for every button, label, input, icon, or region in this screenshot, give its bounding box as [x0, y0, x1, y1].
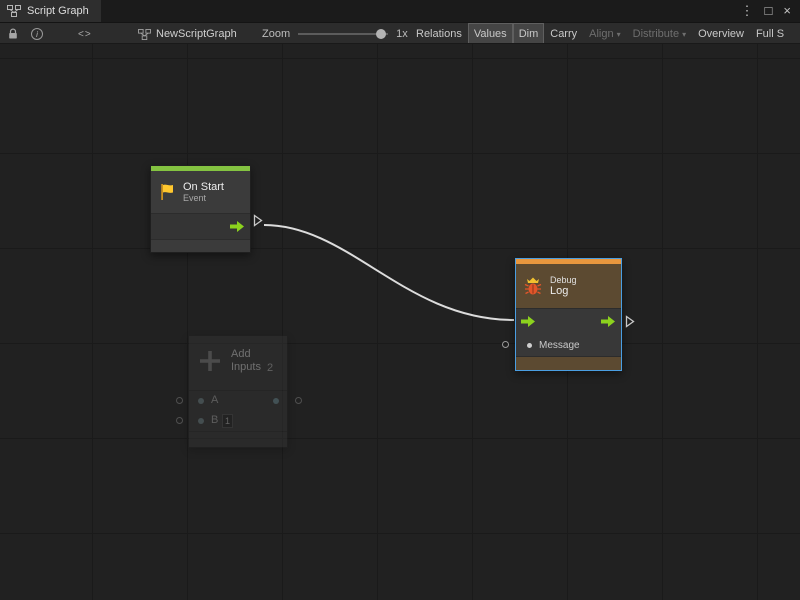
window-controls: ⋮ □ × — [741, 0, 800, 22]
chevron-down-icon: ▾ — [617, 24, 621, 45]
relations-button[interactable]: Relations — [410, 23, 468, 44]
flag-icon — [157, 182, 177, 202]
script-graph-icon — [7, 5, 21, 17]
tab-title: Script Graph — [27, 5, 89, 17]
input-b-port[interactable] — [198, 418, 204, 424]
graph-reference[interactable]: NewScriptGraph — [138, 23, 237, 44]
debug-log-message-row: Message — [516, 334, 621, 356]
node-add-inputs-dimmed[interactable]: Add Inputs 2 A B 1 — [188, 335, 288, 448]
overview-button[interactable]: Overview — [692, 23, 750, 44]
add-inputs-footer — [189, 431, 287, 447]
align-button-label: Align — [589, 24, 613, 45]
input-b-label: B — [211, 414, 218, 426]
toolbar: i <> NewScriptGraph Zoom 1x Relations Va… — [0, 22, 800, 44]
on-start-subtitle: Event — [183, 193, 224, 203]
message-port-label: Message — [539, 340, 580, 351]
input-row-b: B 1 — [189, 411, 287, 431]
bug-icon — [522, 275, 544, 297]
code-icon[interactable]: <> — [78, 23, 92, 44]
zoom-value: 1x — [396, 28, 408, 40]
node-debug-log[interactable]: Debug Log Message — [515, 258, 622, 371]
connection-wire[interactable] — [0, 44, 800, 600]
close-icon[interactable]: × — [783, 0, 791, 22]
zoom-slider[interactable] — [298, 23, 388, 44]
zoom-label: Zoom — [262, 28, 290, 40]
output-connector-triangle[interactable] — [253, 214, 263, 227]
message-connector-circle[interactable] — [502, 341, 509, 348]
debug-log-flow-row — [516, 308, 621, 334]
add-inputs-count[interactable]: 2 — [267, 362, 273, 374]
zoom-group: Zoom 1x — [262, 23, 408, 44]
input-b-value-field[interactable]: 1 — [222, 414, 233, 428]
on-start-port-row — [151, 213, 250, 239]
input-row-a: A — [189, 391, 287, 411]
add-inputs-verb: Add — [231, 348, 261, 361]
input-a-port[interactable] — [198, 398, 204, 404]
output-connector-circle[interactable] — [295, 397, 302, 404]
titlebar: Script Graph ⋮ □ × — [0, 0, 800, 22]
info-icon-glyph: i — [31, 28, 43, 40]
on-start-header: On Start Event — [151, 171, 250, 213]
debug-log-footer — [516, 356, 621, 370]
input-a-label: A — [211, 394, 218, 406]
debug-log-category: Debug — [550, 275, 577, 285]
debug-log-title: Log — [550, 285, 577, 298]
add-inputs-rows: A B 1 — [189, 390, 287, 431]
add-inputs-header: Add Inputs 2 — [189, 336, 287, 386]
on-start-footer — [151, 239, 250, 252]
input-a-connector-circle[interactable] — [176, 397, 183, 404]
node-on-start[interactable]: On Start Event — [150, 165, 251, 253]
on-start-title: On Start — [183, 181, 224, 194]
flow-output-port[interactable] — [601, 315, 616, 328]
flow-input-port[interactable] — [521, 315, 536, 328]
output-sum-port[interactable] — [273, 398, 279, 404]
graph-name: NewScriptGraph — [156, 28, 237, 40]
distribute-button-label: Distribute — [633, 24, 679, 45]
values-button[interactable]: Values — [468, 23, 513, 44]
carry-button[interactable]: Carry — [544, 23, 583, 44]
zoom-slider-track — [298, 33, 388, 35]
align-button[interactable]: Align ▾ — [583, 23, 626, 44]
flow-output-port[interactable] — [230, 220, 245, 233]
message-input-port[interactable] — [527, 343, 532, 348]
fullscreen-button[interactable]: Full S — [750, 23, 790, 44]
maximize-icon[interactable]: □ — [765, 0, 773, 22]
add-inputs-noun: Inputs — [231, 361, 261, 374]
tab-script-graph[interactable]: Script Graph — [0, 0, 101, 22]
lock-icon[interactable] — [7, 23, 19, 44]
graph-canvas[interactable]: On Start Event Debug Log — [0, 44, 800, 600]
output-connector-triangle[interactable] — [625, 315, 635, 328]
debug-log-header: Debug Log — [516, 264, 621, 308]
info-icon[interactable]: i — [31, 23, 43, 44]
kebab-menu-icon[interactable]: ⋮ — [741, 0, 754, 22]
distribute-button[interactable]: Distribute ▾ — [627, 23, 692, 44]
zoom-slider-thumb[interactable] — [376, 29, 386, 39]
chevron-down-icon: ▾ — [682, 24, 686, 45]
input-b-connector-circle[interactable] — [176, 417, 183, 424]
toolbar-buttons: Relations Values Dim Carry Align ▾ Distr… — [410, 23, 800, 44]
dim-button[interactable]: Dim — [513, 23, 545, 44]
plus-icon — [197, 348, 223, 374]
graph-ref-icon — [138, 29, 151, 40]
